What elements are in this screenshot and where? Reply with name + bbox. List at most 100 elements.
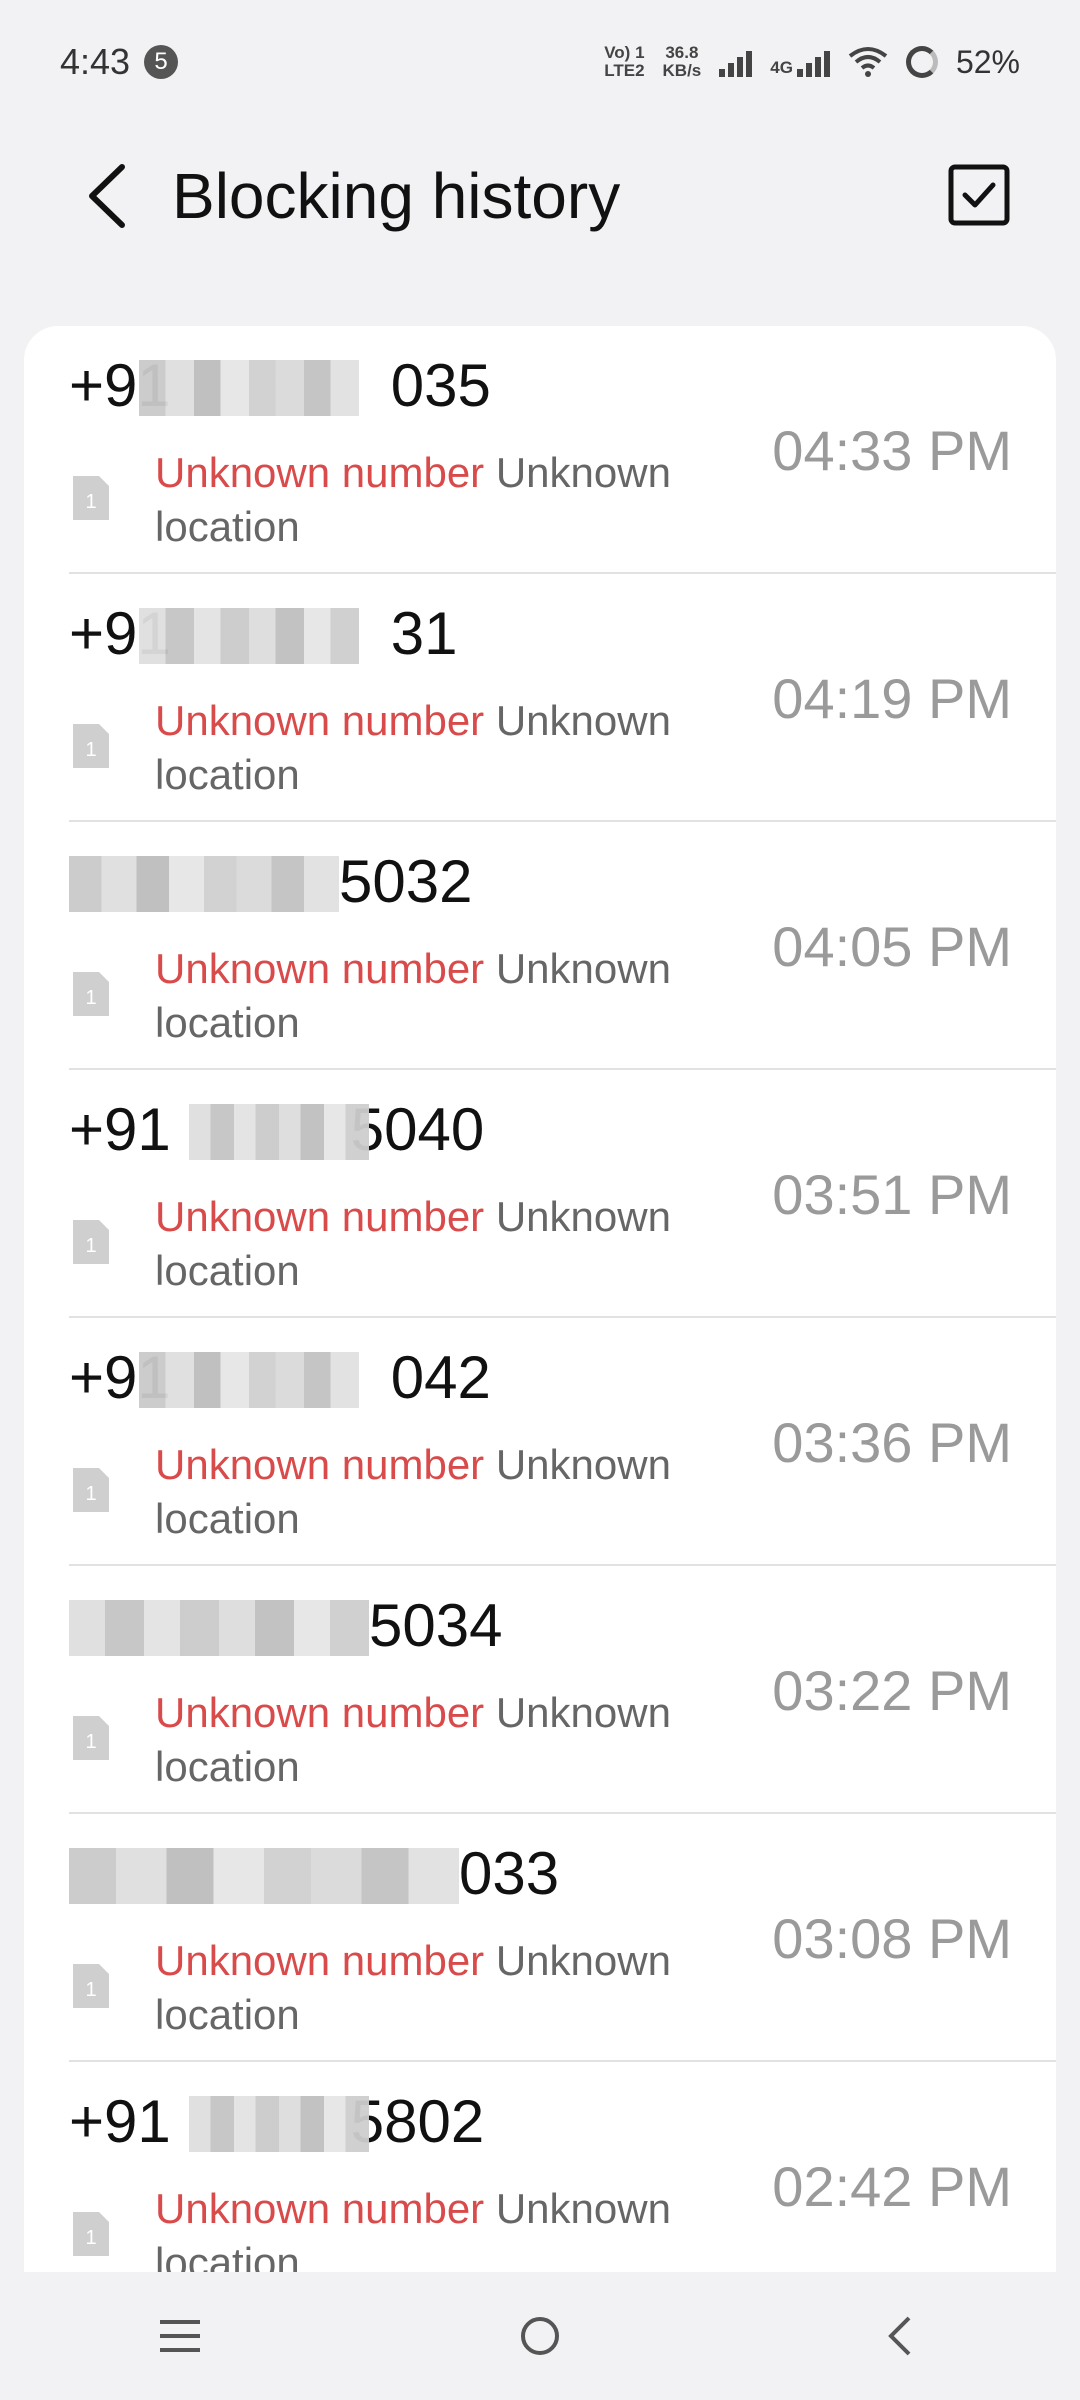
call-time: 02:42 PM — [772, 2155, 1012, 2218]
call-time: 03:08 PM — [772, 1907, 1012, 1970]
sim-card-icon: 1 — [73, 972, 109, 1016]
call-time: 04:19 PM — [772, 667, 1012, 730]
number-suffix: 5034 — [369, 1592, 503, 1659]
sim-card-icon: 1 — [73, 1468, 109, 1512]
number-suffix: 042 — [390, 1344, 491, 1411]
number-suffix: 5032 — [339, 848, 473, 915]
app-header: Blocking history — [0, 124, 1080, 268]
number-prefix: +91 — [69, 2088, 171, 2155]
call-description: Unknown number Unknown location — [155, 1438, 795, 1546]
sim-card-icon: 1 — [73, 1716, 109, 1760]
checkbox-checked-icon — [948, 164, 1010, 226]
notification-count-badge: 5 — [144, 45, 179, 79]
svg-text:1: 1 — [85, 2227, 96, 2249]
call-description: Unknown number Unknown location — [155, 2182, 795, 2272]
number-suffix: 5040 — [350, 1096, 485, 1163]
svg-text:1: 1 — [85, 739, 96, 761]
status-icons: Vo) 1 LTE2 36.8 KB/s 4G 52% — [604, 44, 1020, 81]
svg-text:1: 1 — [85, 987, 96, 1009]
svg-text:1: 1 — [85, 1483, 96, 1505]
blocked-call-row[interactable]: 5032 1 Unknown number Unknown location 0… — [69, 822, 1056, 1070]
network-speed: 36.8 KB/s — [662, 43, 702, 80]
blocked-call-row[interactable]: +91 31 1 Unknown number Unknown location … — [69, 574, 1056, 822]
blocking-history-list: +91 035 1 Unknown number Unknown location… — [24, 326, 1056, 2272]
phone-number: 5032 — [69, 848, 589, 916]
number-suffix: 035 — [390, 352, 491, 419]
sim-card-icon: 1 — [73, 2212, 109, 2256]
select-all-button[interactable] — [944, 160, 1014, 230]
phone-number: 5034 — [69, 1592, 589, 1660]
sim-card-icon: 1 — [73, 1220, 109, 1264]
blocked-call-row[interactable]: +91 035 1 Unknown number Unknown location… — [69, 326, 1056, 574]
call-time: 03:22 PM — [772, 1659, 1012, 1722]
unknown-number-tag: Unknown number — [155, 449, 485, 496]
network-type: 4G — [770, 47, 830, 77]
blocked-call-row[interactable]: 033 1 Unknown number Unknown location 03… — [69, 1814, 1056, 2062]
unknown-number-tag: Unknown number — [155, 1193, 485, 1240]
blocked-call-row[interactable]: +91 042 1 Unknown number Unknown location… — [69, 1318, 1056, 1566]
nav-back-button[interactable] — [840, 2291, 960, 2381]
sim-card-icon: 1 — [73, 476, 109, 520]
redacted-digits — [139, 608, 359, 664]
number-suffix: 5802 — [350, 2088, 485, 2155]
call-description: Unknown number Unknown location — [155, 1686, 795, 1794]
call-time: 03:36 PM — [772, 1411, 1012, 1474]
svg-text:1: 1 — [85, 1731, 96, 1753]
signal-bars-icon-2 — [796, 47, 830, 77]
menu-button[interactable] — [120, 2291, 240, 2381]
menu-icon — [160, 2320, 200, 2352]
redacted-digits — [189, 1104, 369, 1160]
signal-bars-icon — [719, 47, 753, 77]
volte-indicator: Vo) 1 LTE2 — [604, 43, 645, 80]
redacted-digits — [139, 1352, 359, 1408]
clock-text: 4:43 — [60, 41, 131, 82]
battery-percent: 52% — [955, 43, 1020, 80]
call-time: 03:51 PM — [772, 1163, 1012, 1226]
svg-text:1: 1 — [85, 1235, 96, 1257]
number-suffix: 31 — [390, 600, 458, 667]
phone-number: +91 31 — [69, 600, 589, 668]
back-button[interactable] — [76, 160, 136, 232]
unknown-number-tag: Unknown number — [155, 2185, 485, 2232]
phone-number: +91 5802 — [69, 2088, 589, 2156]
phone-number: 033 — [69, 1840, 589, 1908]
svg-text:1: 1 — [85, 491, 96, 513]
unknown-number-tag: Unknown number — [155, 1937, 485, 1984]
unknown-number-tag: Unknown number — [155, 1441, 485, 1488]
redacted-digits — [139, 360, 359, 416]
status-time: 4:43 5 — [60, 41, 179, 83]
redacted-digits — [69, 1600, 369, 1656]
redacted-digits — [69, 1848, 459, 1904]
blocked-call-row[interactable]: +91 5040 1 Unknown number Unknown locatio… — [69, 1070, 1056, 1318]
call-description: Unknown number Unknown location — [155, 1190, 795, 1298]
back-arrow-icon — [89, 164, 125, 228]
page-title: Blocking history — [172, 160, 621, 232]
call-time: 04:05 PM — [772, 915, 1012, 978]
phone-number: +91 042 — [69, 1344, 589, 1412]
phone-number: +91 035 — [69, 352, 589, 420]
call-description: Unknown number Unknown location — [155, 1934, 795, 2042]
call-description: Unknown number Unknown location — [155, 446, 795, 554]
unknown-number-tag: Unknown number — [155, 945, 485, 992]
number-suffix: 033 — [459, 1840, 560, 1907]
redacted-digits — [189, 2096, 369, 2152]
blocked-call-row[interactable]: 5034 1 Unknown number Unknown location 0… — [69, 1566, 1056, 1814]
home-button[interactable] — [480, 2291, 600, 2381]
sim-card-icon: 1 — [73, 724, 109, 768]
redacted-digits — [69, 856, 339, 912]
call-time: 04:33 PM — [772, 419, 1012, 482]
sim-card-icon: 1 — [73, 1964, 109, 2008]
unknown-number-tag: Unknown number — [155, 1689, 485, 1736]
svg-text:1: 1 — [85, 1979, 96, 2001]
phone-number: +91 5040 — [69, 1096, 589, 1164]
unknown-number-tag: Unknown number — [155, 697, 485, 744]
call-description: Unknown number Unknown location — [155, 942, 795, 1050]
home-circle-icon — [521, 2317, 559, 2355]
back-chevron-icon — [888, 2316, 911, 2356]
battery-ring-icon — [905, 46, 938, 78]
status-bar: 4:43 5 Vo) 1 LTE2 36.8 KB/s 4G 52% — [0, 0, 1080, 124]
blocked-call-row[interactable]: +91 5802 1 Unknown number Unknown locatio… — [69, 2062, 1056, 2272]
call-description: Unknown number Unknown location — [155, 694, 795, 802]
wifi-icon — [848, 47, 888, 77]
number-prefix: +91 — [69, 1096, 171, 1163]
